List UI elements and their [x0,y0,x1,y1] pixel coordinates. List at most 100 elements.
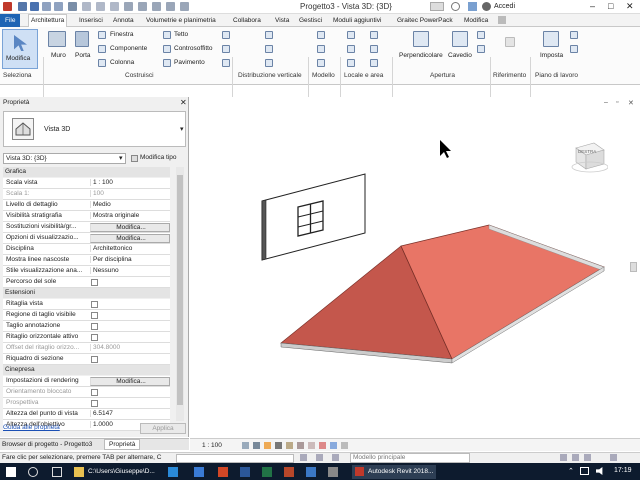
property-checkbox[interactable] [91,312,98,319]
ceiling-icon[interactable] [163,45,171,53]
filter-icon[interactable] [610,454,617,461]
nav-bar-handle[interactable] [630,262,637,272]
search-box[interactable] [430,2,444,11]
property-row[interactable]: Prospettiva [3,398,170,409]
search-icon[interactable] [451,2,460,11]
property-row[interactable]: Opzioni di visualizzazio... Modifica... [3,233,170,244]
temporary-hide-icon[interactable] [319,442,326,449]
property-value[interactable]: Medio [90,201,170,208]
apply-button[interactable]: Applica [140,423,186,434]
property-value[interactable]: 304.8000 [90,344,170,351]
roof-element[interactable] [280,224,605,364]
tab-modifica[interactable]: Modifica [462,15,490,27]
chevron-down-icon[interactable]: ▾ [119,154,123,162]
model-selector[interactable]: Modello principale [350,453,470,463]
property-value[interactable]: Mostra originale [90,212,170,219]
visual-style-icon[interactable] [253,442,260,449]
property-row[interactable]: Disciplina Architettonico [3,244,170,255]
taskbar-revit-window[interactable]: Autodesk Revit 2018... [352,465,436,479]
detail-level-icon[interactable] [242,442,249,449]
tab-graitec[interactable]: Graitec PowerPack [395,15,455,27]
ref-plane-icon[interactable] [570,45,578,53]
tab-properties[interactable]: Proprietà [104,439,141,450]
property-row[interactable]: Regione di taglio visibile [3,310,170,321]
property-checkbox[interactable] [91,400,98,407]
door-label[interactable]: Porta [75,52,91,59]
close-palette-icon[interactable]: ✕ [180,98,187,107]
crop-icon[interactable] [297,442,304,449]
section-graphics[interactable]: Grafica [3,167,170,177]
room-icon[interactable] [347,31,355,39]
component-icon[interactable] [98,45,106,53]
dormer-icon[interactable] [477,45,485,53]
tab-volumetrie[interactable]: Volumetrie e planimetria [144,15,218,27]
curtain-grid-icon[interactable] [222,45,230,53]
stair-icon[interactable] [265,59,273,67]
edit-button[interactable]: Modifica... [90,377,170,386]
property-row[interactable]: Altezza del punto di vista 6.5147 [3,409,170,420]
property-value[interactable]: Architettonico [90,245,170,252]
railing-icon[interactable] [265,31,273,39]
property-row[interactable]: Livello di dettaglio Medio [3,200,170,211]
select-underlay-icon[interactable] [584,454,591,461]
select-pinned-icon[interactable] [572,454,579,461]
set-workplane-icon[interactable] [543,31,559,47]
view-minimize-icon[interactable]: – [604,99,608,106]
room-separator-icon[interactable] [347,45,355,53]
column-label[interactable]: Colonna [110,59,134,66]
property-checkbox[interactable] [91,301,98,308]
property-checkbox[interactable] [91,323,98,330]
show-workplane-icon[interactable] [570,31,578,39]
dropdown-icon[interactable]: ▾ [180,125,184,133]
window-element[interactable] [297,200,324,237]
property-checkbox[interactable] [91,389,98,396]
property-value[interactable]: Per disciplina [90,256,170,263]
tab-annota[interactable]: Annota [111,15,136,27]
tag-area-icon[interactable] [370,59,378,67]
system-tray-icon[interactable]: ⌃ [568,467,574,475]
tab-collabora[interactable]: Collabora [231,15,263,27]
search-taskbar-icon[interactable] [28,467,38,477]
panel-select[interactable]: Seleziona [3,72,32,79]
undo-icon[interactable] [42,2,51,11]
reference-plane-icon[interactable] [505,37,515,47]
model-line-icon[interactable] [317,45,325,53]
edit-button[interactable]: Modifica... [90,223,170,232]
property-value[interactable]: 1 : 100 [90,179,170,186]
edit-type-button[interactable]: Modifica tipo [140,154,177,161]
wall-label[interactable]: Muro [51,52,66,59]
tab-file[interactable]: File [0,14,21,27]
tab-moduli-aggiuntivi[interactable]: Moduli aggiuntivi [331,15,383,27]
select-links-icon[interactable] [560,454,567,461]
tag-room-icon[interactable] [347,59,355,67]
area-icon[interactable] [370,31,378,39]
property-row[interactable]: Taglio annotazione [3,321,170,332]
property-row[interactable]: Scala vista 1 : 100 [3,178,170,189]
panel-room-area[interactable]: Locale e area [344,72,383,79]
floor-icon[interactable] [163,59,171,67]
reveal-hidden-icon[interactable] [330,442,337,449]
close-views-icon[interactable] [166,2,175,11]
volume-icon[interactable] [596,467,603,475]
worksets-icon[interactable] [300,454,307,461]
set-label[interactable]: Imposta [540,52,563,59]
help-link[interactable]: Guida alle proprietà [3,424,60,431]
print-icon[interactable] [68,2,77,11]
roof-label[interactable]: Tetto [174,31,188,38]
infocenter-icon[interactable] [468,2,477,11]
3d-view-icon[interactable] [124,2,133,11]
roof-icon[interactable] [163,31,171,39]
property-row[interactable]: Visibilità stratigrafia Mostra originale [3,211,170,222]
view-scale[interactable]: 1 : 100 [202,442,222,449]
minimize-icon[interactable]: – [590,1,595,11]
ceiling-label[interactable]: Controsoffitto [174,45,213,52]
tab-project-browser[interactable]: Browser di progetto - Progetto3 [2,441,92,448]
save-icon[interactable] [30,2,39,11]
user-icon[interactable] [482,2,491,11]
tab-architettura[interactable]: Architettura [28,14,68,27]
window-icon[interactable] [98,31,106,39]
tab-vista[interactable]: Vista [273,15,291,27]
door-icon[interactable] [75,31,89,47]
viewcube[interactable]: DESTRA [568,140,609,173]
instance-selector[interactable]: Vista 3D: {3D} ▾ [3,153,126,164]
